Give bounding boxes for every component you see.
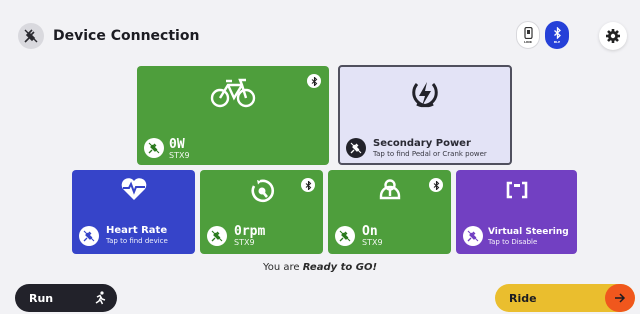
cadence-device: STX9 — [234, 238, 255, 247]
cadence-icon — [249, 178, 275, 208]
virtual-steering-hint: Tap to Disable — [488, 238, 538, 246]
bike-icon — [209, 78, 257, 112]
secondary-power-hint: Tap to find Pedal or Crank power — [373, 150, 487, 158]
heart-rate-hint: Tap to find device — [106, 237, 168, 245]
cadence-value: 0rpm — [234, 224, 266, 239]
power-device: STX9 — [169, 151, 190, 160]
lightning-icon — [408, 77, 442, 115]
page-title: Device Connection — [53, 28, 200, 44]
bluetooth-icon — [301, 178, 315, 192]
ble-mode-button[interactable]: BLE — [545, 21, 569, 49]
steering-icon — [378, 177, 402, 205]
ble-mode-label: BLE — [553, 39, 561, 44]
plug-icon — [346, 138, 366, 158]
ready-status: You are Ready to GO! — [0, 262, 640, 273]
bluetooth-icon — [553, 26, 561, 39]
bluetooth-icon — [429, 178, 443, 192]
run-button[interactable]: Run — [15, 284, 117, 312]
plug-icon — [144, 138, 164, 158]
plug-icon — [207, 226, 227, 246]
secondary-power-tile[interactable]: Secondary Power Tap to find Pedal or Cra… — [338, 65, 512, 165]
heart-rate-name: Heart Rate — [106, 225, 168, 236]
virtual-steering-tile[interactable]: Virtual Steering Tap to Disable — [456, 170, 577, 254]
ride-label: Ride — [509, 291, 537, 305]
phone-link-icon — [523, 26, 533, 39]
arrow-right-icon — [605, 284, 635, 312]
plug-icon — [79, 226, 99, 246]
link-mode-button[interactable]: LINK — [516, 21, 540, 49]
plug-icon — [335, 226, 355, 246]
secondary-power-name: Secondary Power — [373, 138, 471, 149]
power-value: 0W — [169, 137, 185, 152]
steering-tile[interactable]: On STX9 — [328, 170, 451, 254]
link-mode-label: LINK — [524, 39, 532, 44]
virtual-steering-name: Virtual Steering — [488, 227, 569, 237]
cadence-tile[interactable]: 0rpm STX9 — [200, 170, 323, 254]
virtual-steering-icon — [504, 180, 530, 204]
steering-value: On — [362, 224, 378, 239]
bluetooth-icon — [307, 74, 321, 88]
status-emphasis: Ready to GO! — [302, 262, 378, 273]
gear-icon — [606, 29, 620, 43]
heart-rate-icon — [120, 176, 148, 206]
power-tile[interactable]: 0W STX9 — [137, 66, 329, 165]
runner-icon — [95, 291, 106, 305]
run-label: Run — [29, 291, 54, 305]
settings-button[interactable] — [599, 22, 627, 50]
heart-rate-tile[interactable]: Heart Rate Tap to find device — [72, 170, 195, 254]
ride-button[interactable]: Ride — [495, 284, 635, 312]
status-prefix: You are — [262, 262, 303, 273]
steering-device: STX9 — [362, 238, 383, 247]
plug-icon — [463, 226, 483, 246]
plug-off-icon — [18, 23, 44, 49]
